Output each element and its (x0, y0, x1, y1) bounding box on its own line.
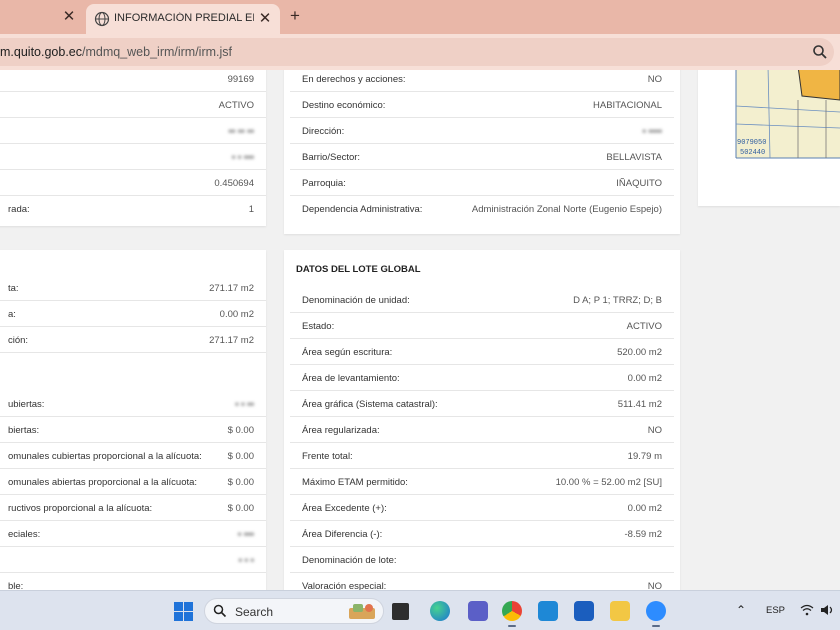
language-indicator[interactable]: ESP (766, 605, 785, 616)
search-label: Search (235, 605, 274, 619)
info-card-middle-top: En derechos y acciones: NO Destino económ… (284, 70, 680, 234)
info-row: ción: 271.17 m2 (0, 327, 266, 353)
info-row: Máximo ETAM permitido: 10.00 % = 52.00 m2… (290, 469, 674, 495)
new-tab-icon[interactable]: + (286, 7, 304, 25)
url-field[interactable]: m.quito.gob.ec/mdmq_web_irm/irm/irm.jsf (0, 38, 834, 66)
edge-icon[interactable] (430, 601, 450, 621)
url-text: m.quito.gob.ec/mdmq_web_irm/irm/irm.jsf (0, 45, 232, 59)
chrome-icon[interactable] (502, 601, 522, 627)
zoom-icon[interactable] (646, 601, 666, 627)
map-label: 502440 (740, 149, 765, 157)
info-row: Valoración especial: NO (302, 581, 662, 590)
info-row: ble: (8, 581, 24, 590)
browser-tab-bar: ✕ INFORMACIÓN PREDIAL EN UN ✕ + (0, 0, 840, 34)
info-row: Área Diferencia (-): -8.59 m2 (290, 521, 674, 547)
info-row: ructivos proporcional a la alícuota: $ 0.… (0, 495, 266, 521)
magnifier-icon[interactable] (812, 44, 828, 60)
info-row: ta: 271.17 m2 (0, 275, 266, 301)
info-row: ▪ ▪ ▪ (0, 547, 266, 573)
info-row: Barrio/Sector: BELLAVISTA (290, 144, 674, 170)
map-label: 9079050 (737, 139, 766, 147)
taskbar-search-box[interactable]: Search (204, 598, 384, 624)
volume-icon[interactable] (820, 604, 834, 616)
info-row: Área regularizada: NO (290, 417, 674, 443)
search-highlight-icon (349, 604, 375, 619)
info-row: En derechos y acciones: NO (290, 70, 674, 92)
close-tab-icon[interactable]: ✕ (256, 10, 274, 28)
info-row: Dependencia Administrativa: Administració… (302, 204, 662, 215)
info-card-left-bottom: ta: 271.17 m2 a: 0.00 m2 ción: 271.17 m2 ub… (0, 250, 266, 590)
map-card: 9079050 502440 (698, 70, 840, 206)
url-path: /mdmq_web_irm/irm/irm.jsf (82, 45, 233, 59)
info-card-left-top: 99169 ACTIVO ▪▪ ▪▪ ▪▪ ▪ ▪ ▪▪▪ 0.450694 r… (0, 70, 266, 226)
lot-map[interactable]: 9079050 502440 (698, 70, 840, 206)
photos-icon[interactable] (538, 601, 558, 621)
info-row: biertas: $ 0.00 (0, 417, 266, 443)
word-icon[interactable] (574, 601, 594, 621)
info-row: Área Excedente (+): 0.00 m2 (290, 495, 674, 521)
page-content: 99169 ACTIVO ▪▪ ▪▪ ▪▪ ▪ ▪ ▪▪▪ 0.450694 r… (0, 70, 840, 590)
file-explorer-icon[interactable] (392, 603, 409, 620)
windows-start-icon[interactable] (174, 602, 193, 621)
tab-title: INFORMACIÓN PREDIAL EN UN (114, 12, 254, 24)
wifi-icon[interactable] (800, 604, 814, 616)
info-row: omunales cubiertas proporcional a la alí… (0, 443, 266, 469)
section-title: DATOS DEL LOTE GLOBAL (296, 264, 421, 275)
info-row: 99169 (0, 70, 266, 92)
info-row: Dirección: ▪ ▪▪▪▪ (290, 118, 674, 144)
active-tab[interactable]: INFORMACIÓN PREDIAL EN UN ✕ (86, 4, 280, 34)
info-row: omunales abiertas proporcional a la alíc… (0, 469, 266, 495)
info-row: eciales: ▪ ▪▪▪ (0, 521, 266, 547)
info-row: ubiertas: ▪ ▪ ▪▪ (0, 391, 266, 417)
tray-chevron-icon[interactable]: ⌃ (736, 603, 746, 617)
info-row: Destino económico: HABITACIONAL (290, 92, 674, 118)
info-row: Denominación de unidad: D A; P 1; TRRZ; D… (290, 287, 674, 313)
lote-global-card: DATOS DEL LOTE GLOBAL Denominación de un… (284, 250, 680, 590)
info-row: ▪ ▪ ▪▪▪ (0, 144, 266, 170)
info-row (0, 353, 266, 391)
info-row: rada: 1 (8, 204, 254, 215)
search-icon (213, 604, 227, 618)
info-row: Frente total: 19.79 m (290, 443, 674, 469)
close-tab-icon[interactable]: ✕ (60, 8, 78, 26)
info-row: Denominación de lote: (290, 547, 674, 573)
globe-icon (94, 11, 110, 27)
folder-icon[interactable] (610, 601, 630, 621)
info-row: ▪▪ ▪▪ ▪▪ (0, 118, 266, 144)
info-row: Área según escritura: 520.00 m2 (290, 339, 674, 365)
windows-taskbar: Search ⌃ ESP (0, 590, 840, 630)
info-row: Área gráfica (Sistema catastral): 511.41 … (290, 391, 674, 417)
teams-icon[interactable] (468, 601, 488, 621)
info-row: a: 0.00 m2 (0, 301, 266, 327)
info-row: Área de levantamiento: 0.00 m2 (290, 365, 674, 391)
info-row: Parroquia: IÑAQUITO (290, 170, 674, 196)
address-bar: m.quito.gob.ec/mdmq_web_irm/irm/irm.jsf (0, 34, 840, 70)
info-row: 0.450694 (0, 170, 266, 196)
info-row: Estado: ACTIVO (290, 313, 674, 339)
info-row: ACTIVO (0, 92, 266, 118)
url-host: m.quito.gob.ec (0, 45, 82, 59)
